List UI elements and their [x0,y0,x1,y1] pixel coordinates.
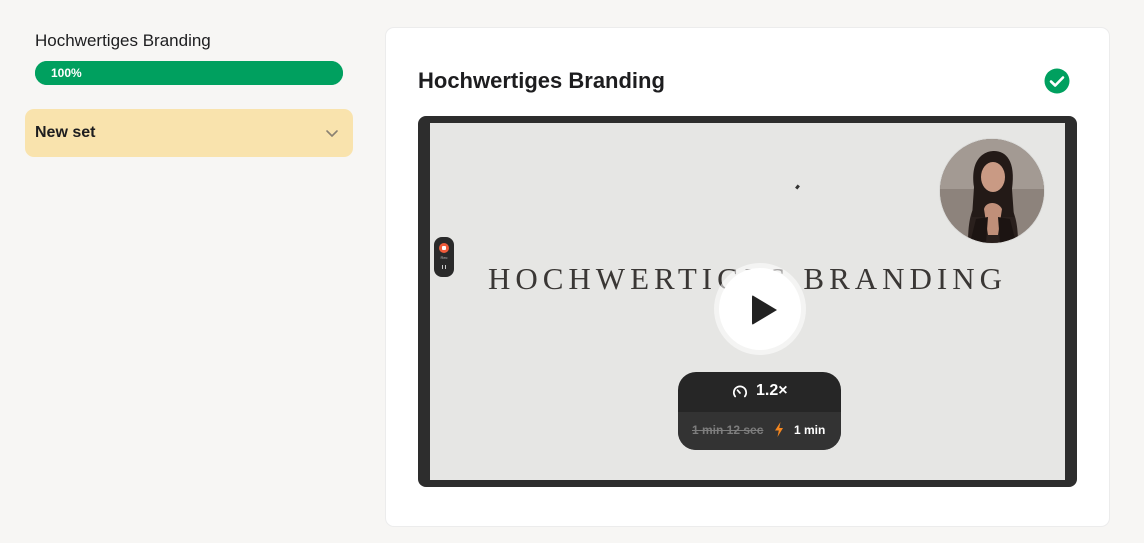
lesson-title: Hochwertiges Branding [418,68,665,93]
playback-speed-badge[interactable]: 1.2× 1 min 12 sec 1 min [678,372,841,450]
record-stop-icon[interactable] [439,243,449,253]
video-player[interactable]: HOCHWERTIGES BRANDING Rec 1.2× 1 min 12 … [418,116,1077,487]
lesson-card: Hochwertiges Branding HOCHWERTIGES BRAND… [385,27,1110,527]
speedometer-icon [732,385,748,398]
original-duration: 1 min 12 sec [692,423,764,437]
speed-row: 1.2× [678,372,841,412]
course-title: Hochwertiges Branding [35,31,211,50]
play-icon [752,295,777,325]
presenter-avatar [940,139,1044,243]
set-accordion[interactable]: New set [25,109,353,157]
check-circle-icon [1044,68,1070,94]
play-button-inner [719,268,801,350]
recorder-widget[interactable]: Rec [434,237,454,277]
set-label: New set [35,124,96,141]
duration-row: 1 min 12 sec 1 min [678,412,841,450]
recorder-label: Rec [440,255,448,260]
course-progress-bar: 100% [35,61,343,85]
play-button[interactable] [714,263,806,355]
chevron-down-icon [326,130,338,137]
progress-percent: 100% [51,66,82,80]
presenter-image [940,139,1044,243]
new-duration: 1 min [794,423,826,437]
pause-icon[interactable] [442,265,446,269]
cursor-mark [795,184,800,190]
lightning-icon [775,422,783,437]
video-screen[interactable]: HOCHWERTIGES BRANDING Rec 1.2× 1 min 12 … [430,123,1065,480]
speed-value: 1.2× [756,382,788,399]
